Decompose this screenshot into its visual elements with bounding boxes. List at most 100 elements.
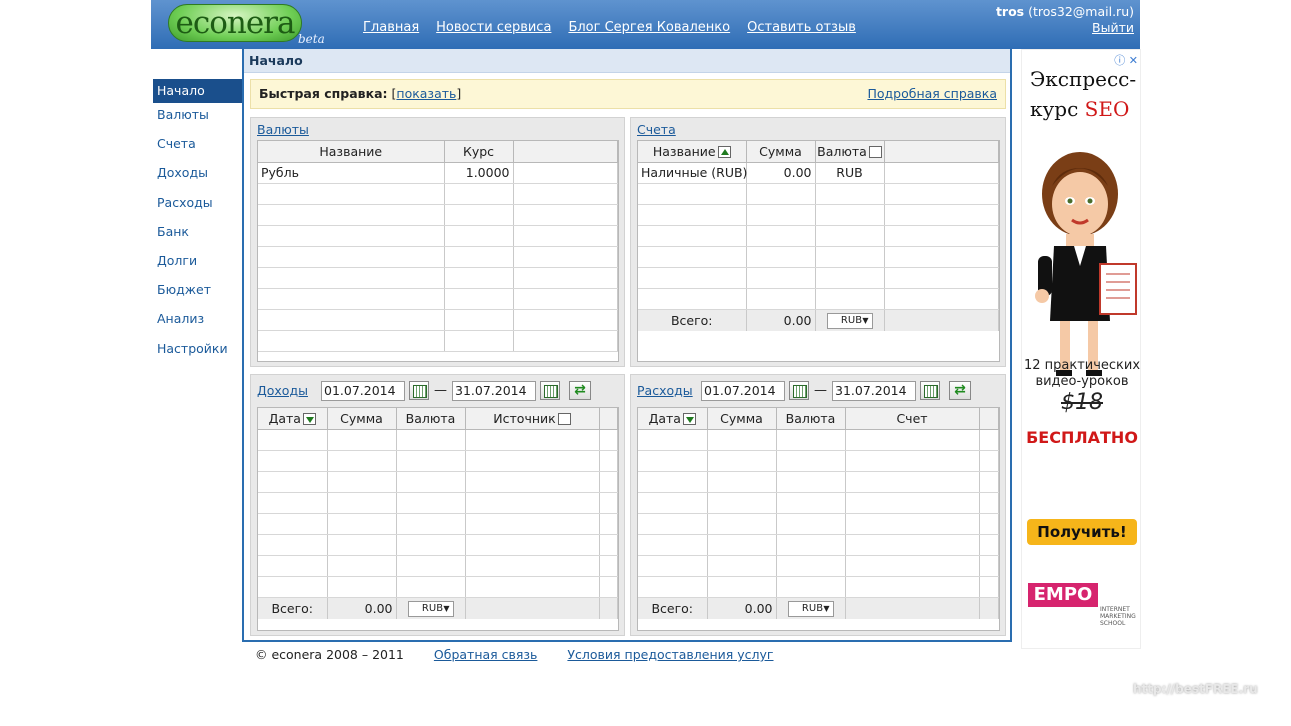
table-row	[638, 225, 999, 247]
expenses-date-from-field[interactable]: 01.07.2014	[701, 381, 785, 401]
currencies-grid: Название Курс Рубль 1.0000	[257, 140, 619, 362]
sidebar-item-start[interactable]: Начало	[153, 79, 243, 103]
nav-home-link[interactable]: Главная	[363, 20, 419, 35]
user-info: tros (tros32@mail.ru) Выйти	[996, 4, 1134, 36]
calendar-icon[interactable]	[540, 381, 560, 400]
incomes-panel: Доходы 01.07.2014 — 31.07.2014 ⇄ Дата Су…	[250, 374, 625, 636]
copyright-text: © econera 2008 – 2011	[255, 647, 404, 662]
calendar-icon[interactable]	[789, 381, 809, 400]
col-header-sum[interactable]: Сумма	[746, 141, 816, 163]
refresh-icon[interactable]: ⇄	[569, 381, 591, 400]
nav-news-link[interactable]: Новости сервиса	[436, 20, 551, 35]
col-header-name[interactable]: Название	[638, 141, 747, 163]
detailed-help-link[interactable]: Подробная справка	[867, 80, 997, 108]
total-currency-select[interactable]: RUB	[826, 312, 873, 329]
accounts-panel: Счета Название Сумма Валюта Наличные (RU…	[630, 117, 1006, 367]
account-currency-cell: RUB	[815, 162, 885, 184]
logo-beta-label: beta	[298, 32, 325, 46]
col-header-account[interactable]: Счет	[845, 408, 980, 430]
page-title: Начало	[244, 49, 1010, 73]
incomes-grid: Дата Сумма Валюта Источник Всего: 0.00 R…	[257, 407, 619, 631]
nav-blog-link[interactable]: Блог Сергея Коваленко	[568, 20, 730, 35]
sidebar-item-accounts[interactable]: Счета	[153, 132, 243, 161]
table-row	[258, 492, 618, 514]
sidebar-item-currencies[interactable]: Валюты	[153, 103, 243, 132]
total-currency-select[interactable]: RUB	[787, 600, 834, 617]
table-row	[638, 267, 999, 289]
sidebar-item-incomes[interactable]: Доходы	[153, 161, 243, 190]
col-header-source[interactable]: Источник	[465, 408, 600, 430]
table-row	[258, 471, 618, 493]
table-row	[638, 288, 999, 310]
currencies-panel: Валюты Название Курс Рубль 1.0000	[250, 117, 625, 367]
table-row	[258, 288, 618, 310]
table-row	[258, 267, 618, 289]
sort-asc-icon[interactable]	[717, 146, 731, 159]
sort-desc-icon[interactable]	[302, 413, 316, 426]
incomes-date-from-field[interactable]: 01.07.2014	[321, 381, 405, 401]
filter-checkbox-icon[interactable]	[868, 146, 882, 159]
currency-name-cell: Рубль	[258, 162, 445, 184]
incomes-date-to-field[interactable]: 31.07.2014	[452, 381, 536, 401]
col-header-currency[interactable]: Валюта	[396, 408, 466, 430]
app-header: econera beta Главная Новости сервиса Бло…	[151, 0, 1140, 49]
nav-feedback-link[interactable]: Оставить отзыв	[747, 20, 856, 35]
ad-title: Экспресс- курс SEO	[1030, 67, 1137, 121]
calendar-icon[interactable]	[920, 381, 940, 400]
ad-empo-logo: EMPO	[1028, 583, 1098, 607]
user-email: (tros32@mail.ru)	[1028, 4, 1134, 19]
logout-link[interactable]: Выйти	[1092, 20, 1134, 35]
col-header-rate[interactable]: Курс	[444, 141, 514, 163]
watermark: http://bestFREE.ru	[1133, 682, 1258, 696]
user-name: tros	[995, 4, 1025, 19]
calendar-icon[interactable]	[409, 381, 429, 400]
sidebar-item-bank[interactable]: Банк	[153, 220, 243, 249]
col-header-sum[interactable]: Сумма	[707, 408, 777, 430]
footer: © econera 2008 – 2011 Обратная связь Усл…	[255, 647, 774, 662]
table-row	[258, 576, 618, 598]
col-header-date[interactable]: Дата	[638, 408, 708, 430]
table-row	[258, 225, 618, 247]
sidebar-item-debts[interactable]: Долги	[153, 249, 243, 278]
ad-banner[interactable]: ⓘ ✕ Экспресс- курс SEO 12 практических в…	[1021, 49, 1141, 649]
logo-text: econera	[175, 5, 296, 41]
table-row	[638, 471, 999, 493]
expenses-date-to-field[interactable]: 31.07.2014	[832, 381, 916, 401]
main-content: Начало Быстрая справка: [показать] Подро…	[242, 49, 1012, 642]
account-name-cell: Наличные (RUB)	[638, 162, 747, 184]
feedback-link[interactable]: Обратная связь	[434, 647, 538, 662]
table-row[interactable]: Рубль 1.0000	[258, 162, 618, 184]
col-header-date[interactable]: Дата	[258, 408, 328, 430]
col-header-sum[interactable]: Сумма	[327, 408, 397, 430]
table-row[interactable]: Наличные (RUB) 0.00 RUB	[638, 162, 999, 184]
incomes-title-link[interactable]: Доходы	[257, 383, 308, 398]
table-row	[638, 429, 999, 451]
refresh-icon[interactable]: ⇄	[949, 381, 971, 400]
currencies-title-link[interactable]: Валюты	[257, 122, 309, 137]
sort-desc-icon[interactable]	[682, 413, 696, 426]
total-label: Всего:	[258, 597, 328, 619]
sidebar-item-budget[interactable]: Бюджет	[153, 278, 243, 307]
table-row	[258, 513, 618, 535]
table-row	[638, 576, 999, 598]
terms-link[interactable]: Условия предоставления услуг	[567, 647, 773, 662]
currency-rate-cell: 1.0000	[444, 162, 514, 184]
total-label: Всего:	[638, 597, 708, 619]
total-currency-select[interactable]: RUB	[407, 600, 454, 617]
total-value: 0.00	[327, 597, 397, 619]
accounts-title-link[interactable]: Счета	[637, 122, 676, 137]
ad-old-price: $18	[1061, 390, 1103, 415]
econera-logo[interactable]: econera	[168, 4, 302, 42]
sidebar-item-analysis[interactable]: Анализ	[153, 307, 243, 336]
filter-checkbox-icon[interactable]	[557, 413, 571, 426]
col-header-name[interactable]: Название	[258, 141, 445, 163]
total-row: Всего: 0.00 RUB	[258, 597, 618, 619]
col-header-currency[interactable]: Валюта	[776, 408, 846, 430]
table-row	[638, 513, 999, 535]
sidebar-item-settings[interactable]: Настройки	[153, 337, 243, 366]
col-header-currency[interactable]: Валюта	[815, 141, 885, 163]
expenses-title-link[interactable]: Расходы	[637, 383, 693, 398]
ad-get-button[interactable]: Получить!	[1027, 519, 1137, 545]
show-help-link[interactable]: показать	[396, 86, 456, 101]
sidebar-item-expenses[interactable]: Расходы	[153, 191, 243, 220]
